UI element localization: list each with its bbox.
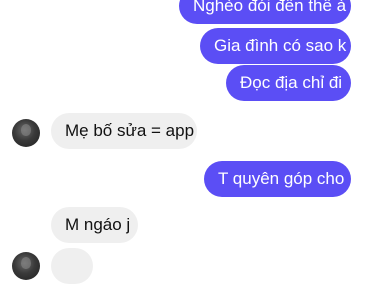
outgoing-message-bubble[interactable]: Đọc địa chỉ đi (226, 65, 351, 101)
incoming-message-bubble[interactable]: M ngáo j (51, 207, 138, 243)
outgoing-message-bubble[interactable]: Gia đình có sao k (200, 28, 351, 64)
incoming-message-bubble[interactable]: Mẹ bố sửa = app (51, 113, 197, 149)
contact-avatar[interactable] (12, 119, 40, 147)
outgoing-message-bubble[interactable]: Nghèo đói đến thế à (179, 0, 351, 24)
outgoing-message-bubble[interactable]: T quyên góp cho (204, 161, 351, 197)
contact-avatar[interactable] (12, 252, 40, 280)
incoming-message-bubble-partial[interactable] (51, 248, 93, 284)
